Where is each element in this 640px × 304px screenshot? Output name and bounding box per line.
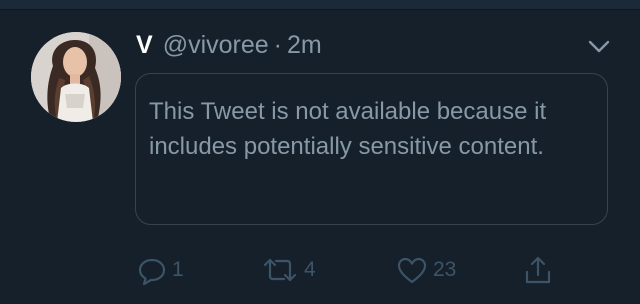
tweet[interactable]: V @vivoree · 2m This Tweet is not availa… bbox=[0, 10, 640, 304]
display-name[interactable]: V bbox=[136, 27, 153, 63]
separator-dot: · bbox=[273, 31, 282, 59]
chevron-down-icon[interactable] bbox=[584, 32, 614, 62]
retweet-button[interactable]: 4 bbox=[260, 252, 316, 288]
share-button[interactable] bbox=[522, 252, 554, 288]
like-button[interactable]: 23 bbox=[395, 252, 456, 288]
retweet-count: 4 bbox=[304, 258, 316, 281]
user-handle[interactable]: @vivoree bbox=[163, 27, 269, 63]
share-icon bbox=[522, 254, 554, 286]
tweet-actions: 1 4 23 bbox=[136, 252, 576, 288]
reply-count: 1 bbox=[172, 258, 184, 281]
notice-text: This Tweet is not available because it i… bbox=[149, 98, 547, 160]
top-divider bbox=[0, 0, 640, 10]
reply-icon bbox=[136, 254, 168, 286]
timestamp[interactable]: 2m bbox=[287, 27, 322, 63]
avatar[interactable] bbox=[31, 32, 121, 122]
sensitive-content-notice: This Tweet is not available because it i… bbox=[135, 73, 608, 225]
tweet-header: V @vivoree · 2m bbox=[136, 27, 322, 63]
like-count: 23 bbox=[433, 258, 457, 281]
reply-button[interactable]: 1 bbox=[136, 252, 184, 288]
retweet-icon bbox=[260, 254, 300, 286]
heart-icon bbox=[395, 254, 429, 286]
